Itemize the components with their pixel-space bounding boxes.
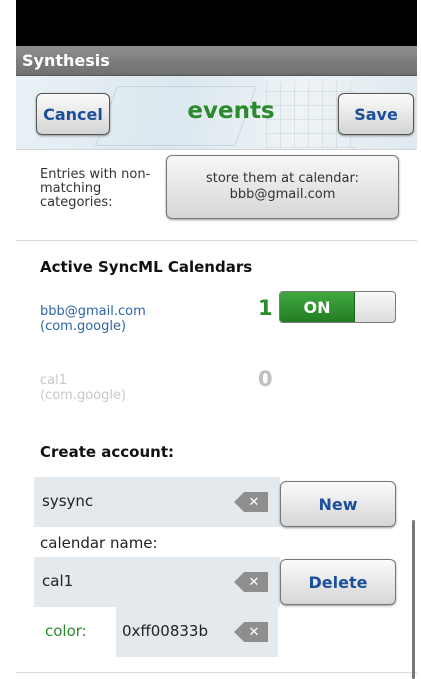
store-calendar-line2: bbb@gmail.com [229,187,336,202]
calendar-name-field[interactable]: cal1 ✕ [34,557,280,607]
calendar-toggle[interactable]: ON [279,291,396,323]
divider [16,240,417,241]
create-account-title: Create account: [40,443,175,461]
status-bar [16,0,417,46]
calendar-type: (com.google) [40,319,127,334]
page-title: events [187,98,275,124]
store-calendar-button[interactable]: store them at calendar: bbb@gmail.com [166,155,399,219]
calendar-name: cal1 [40,373,67,388]
app-frame: Synthesis Cancel events Save Entries wit… [16,0,417,679]
color-field[interactable]: 0xff00833b ✕ [116,607,278,657]
clear-icon[interactable]: ✕ [234,622,268,642]
color-label: color: [45,622,87,640]
new-button[interactable]: New [280,481,396,527]
app-title: Synthesis [22,51,110,70]
divider [16,672,417,673]
delete-button[interactable]: Delete [280,559,396,605]
calendar-item-bbb[interactable]: bbb@gmail.com (com.google) [40,304,146,334]
clear-icon[interactable]: ✕ [234,572,268,592]
calendar-count: 0 [258,367,273,391]
calendar-name-value: cal1 [42,572,74,590]
color-value: 0xff00833b [122,622,208,640]
calendar-item-cal1[interactable]: cal1 (com.google) [40,373,126,403]
header-bar: Cancel events Save [16,76,417,150]
calendar-type: (com.google) [40,388,127,403]
scrollbar[interactable] [412,520,415,679]
toggle-on-label: ON [280,292,355,322]
calendar-count: 1 [258,296,273,320]
calendar-name: bbb@gmail.com [40,304,146,319]
cancel-button[interactable]: Cancel [36,93,110,135]
account-name-value: sysync [42,492,94,510]
entries-label: Entries with non-matching categories: [40,167,151,210]
account-name-field[interactable]: sysync ✕ [34,477,280,527]
store-calendar-line1: store them at calendar: [205,171,360,186]
save-button[interactable]: Save [338,93,414,135]
active-calendars-title: Active SyncML Calendars [40,258,253,276]
clear-icon[interactable]: ✕ [234,492,268,512]
title-bar: Synthesis [16,46,417,76]
calendar-name-label: calendar name: [40,534,158,552]
